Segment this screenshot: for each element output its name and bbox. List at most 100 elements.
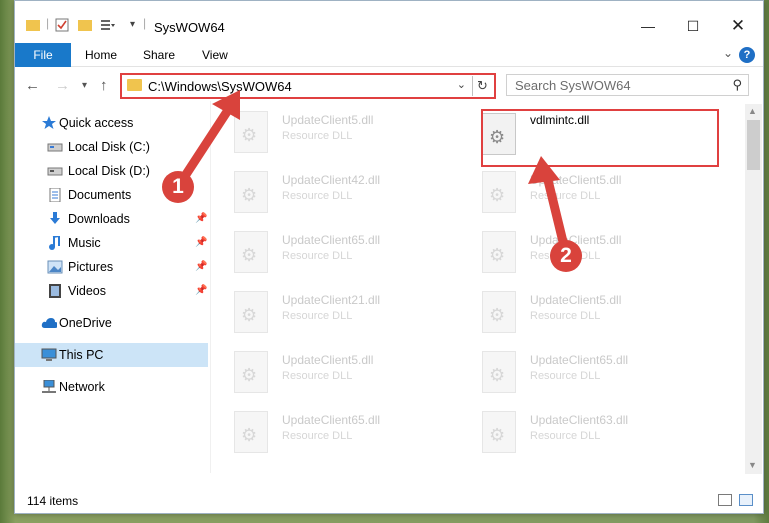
dll-file-icon: ⚙ [482, 171, 516, 213]
file-item[interactable]: ⚙ UpdateClient65.dll Resource DLL [212, 405, 442, 459]
help-icon[interactable]: ? [739, 47, 755, 63]
vertical-scrollbar[interactable]: ▲ ▼ [745, 104, 762, 474]
pin-icon[interactable]: 📌 [195, 213, 207, 224]
gear-icon: ⚙ [241, 305, 258, 325]
file-item[interactable]: ⚙ UpdateClient5.dll Resource DLL [460, 165, 690, 219]
sidebar-item-videos[interactable]: Videos 📌 [15, 279, 208, 303]
file-item[interactable]: ⚙ UpdateClient5.dll Resource DLL [460, 285, 690, 339]
sidebar-item-music[interactable]: Music 📌 [15, 231, 208, 255]
scroll-down-icon[interactable]: ▼ [748, 460, 757, 470]
sidebar-item-downloads[interactable]: Downloads 📌 [15, 207, 208, 231]
tab-home[interactable]: Home [85, 43, 117, 67]
sidebar-item-onedrive[interactable]: OneDrive [15, 311, 208, 335]
file-type: Resource DLL [530, 370, 601, 382]
music-icon [49, 236, 60, 250]
customize-toolbar-icon[interactable] [100, 18, 116, 32]
file-type: Resource DLL [282, 250, 353, 262]
details-view-icon[interactable] [718, 494, 732, 506]
minimize-button[interactable]: — [625, 11, 671, 41]
videos-icon [49, 284, 61, 298]
network-icon [42, 380, 56, 393]
sidebar-item-label: This PC [59, 348, 104, 362]
status-bar: 114 items [15, 487, 763, 513]
gear-icon: ⚙ [241, 245, 258, 265]
file-name: UpdateClient5.dll [530, 293, 622, 307]
search-placeholder: Search SysWOW64 [515, 78, 631, 93]
sidebar-item-label: Downloads [68, 212, 130, 226]
large-icons-view-icon[interactable] [739, 494, 753, 506]
pin-icon[interactable]: 📌 [195, 285, 207, 296]
dll-file-icon: ⚙ [234, 111, 268, 153]
sidebar-item-label: Local Disk (C:) [68, 140, 150, 154]
file-name: UpdateClient5.dll [282, 113, 374, 127]
file-highlight-box [481, 109, 719, 167]
sidebar-item-this-pc[interactable]: This PC [15, 343, 208, 367]
recent-locations-icon[interactable]: ▾ [82, 80, 87, 91]
address-bar[interactable]: C:\Windows\SysWOW64 ⌄ ↻ [120, 73, 496, 99]
search-icon[interactable]: ⚲ [732, 77, 742, 93]
address-path[interactable]: C:\Windows\SysWOW64 [148, 79, 292, 94]
file-item[interactable]: ⚙ UpdateClient21.dll Resource DLL [212, 285, 442, 339]
file-type: Resource DLL [282, 190, 353, 202]
sidebar-item-label: Local Disk (D:) [68, 164, 150, 178]
sidebar-item-pictures[interactable]: Pictures 📌 [15, 255, 208, 279]
refresh-icon[interactable]: ↻ [472, 76, 492, 96]
gear-icon: ⚙ [241, 125, 258, 145]
file-type: Resource DLL [530, 310, 601, 322]
search-input[interactable]: Search SysWOW64 ⚲ [506, 74, 749, 96]
address-dropdown-icon[interactable]: ⌄ [457, 78, 466, 91]
pictures-icon [47, 260, 63, 274]
gear-icon: ⚙ [489, 365, 506, 385]
scrollbar-thumb[interactable] [747, 120, 760, 170]
file-type: Resource DLL [530, 190, 601, 202]
pin-icon[interactable]: 📌 [195, 237, 207, 248]
file-item[interactable]: ⚙ UpdateClient65.dll Resource DLL [212, 225, 442, 279]
gear-icon: ⚙ [489, 245, 506, 265]
tab-share[interactable]: Share [143, 43, 175, 67]
dll-file-icon: ⚙ [234, 291, 268, 333]
sidebar-item-local-disk-c[interactable]: Local Disk (C:) [15, 135, 208, 159]
file-item[interactable]: ⚙ UpdateClient5.dll Resource DLL [212, 105, 442, 159]
computer-icon [41, 348, 57, 361]
callout-2: 2 [550, 240, 582, 272]
dll-file-icon: ⚙ [482, 291, 516, 333]
gear-icon: ⚙ [489, 305, 506, 325]
sidebar-item-quick-access[interactable]: Quick access [15, 111, 208, 135]
file-name: UpdateClient65.dll [282, 413, 381, 427]
pane-divider[interactable] [210, 101, 211, 473]
expand-ribbon-icon[interactable]: ⌄ [723, 46, 733, 60]
up-arrow-icon[interactable]: ↑ [100, 77, 108, 94]
dll-file-icon: ⚙ [234, 231, 268, 273]
navigation-bar: ← → ▾ ↑ C:\Windows\SysWOW64 ⌄ ↻ Search S… [15, 68, 763, 102]
file-item[interactable]: ⚙ UpdateClient63.dll Resource DLL [460, 405, 690, 459]
pin-icon[interactable]: 📌 [195, 261, 207, 272]
new-folder-icon[interactable] [78, 18, 92, 32]
forward-arrow-icon[interactable]: → [55, 77, 70, 94]
gear-icon: ⚙ [489, 425, 506, 445]
item-count: 114 items [27, 494, 79, 508]
file-name: UpdateClient65.dll [530, 353, 629, 367]
window-title: SysWOW64 [154, 20, 225, 35]
quick-access-dropdown-icon[interactable]: ▾ [130, 19, 135, 30]
star-icon [42, 116, 56, 129]
file-type: Resource DLL [282, 430, 353, 442]
sidebar-item-label: Music [68, 236, 101, 250]
close-button[interactable]: ✕ [715, 11, 761, 41]
file-item[interactable]: ⚙ UpdateClient42.dll Resource DLL [212, 165, 442, 219]
file-name: UpdateClient21.dll [282, 293, 381, 307]
back-arrow-icon[interactable]: ← [25, 77, 40, 94]
dll-file-icon: ⚙ [234, 411, 268, 453]
tab-view[interactable]: View [202, 43, 228, 67]
explorer-window: | ▾ | SysWOW64 — ☐ ✕ File Home Share Vie… [14, 0, 764, 514]
separator: | [143, 16, 147, 30]
file-item[interactable]: ⚙ UpdateClient65.dll Resource DLL [460, 345, 690, 399]
dll-file-icon: ⚙ [234, 171, 268, 213]
sidebar-item-network[interactable]: Network [15, 375, 208, 399]
file-item[interactable]: ⚙ UpdateClient5.dll Resource DLL [212, 345, 442, 399]
tab-file[interactable]: File [15, 43, 71, 67]
sidebar-item-label: Pictures [68, 260, 114, 274]
maximize-button[interactable]: ☐ [670, 11, 716, 41]
properties-icon[interactable] [55, 18, 69, 32]
scroll-up-icon[interactable]: ▲ [748, 106, 757, 116]
sidebar-item-label: OneDrive [59, 316, 112, 330]
